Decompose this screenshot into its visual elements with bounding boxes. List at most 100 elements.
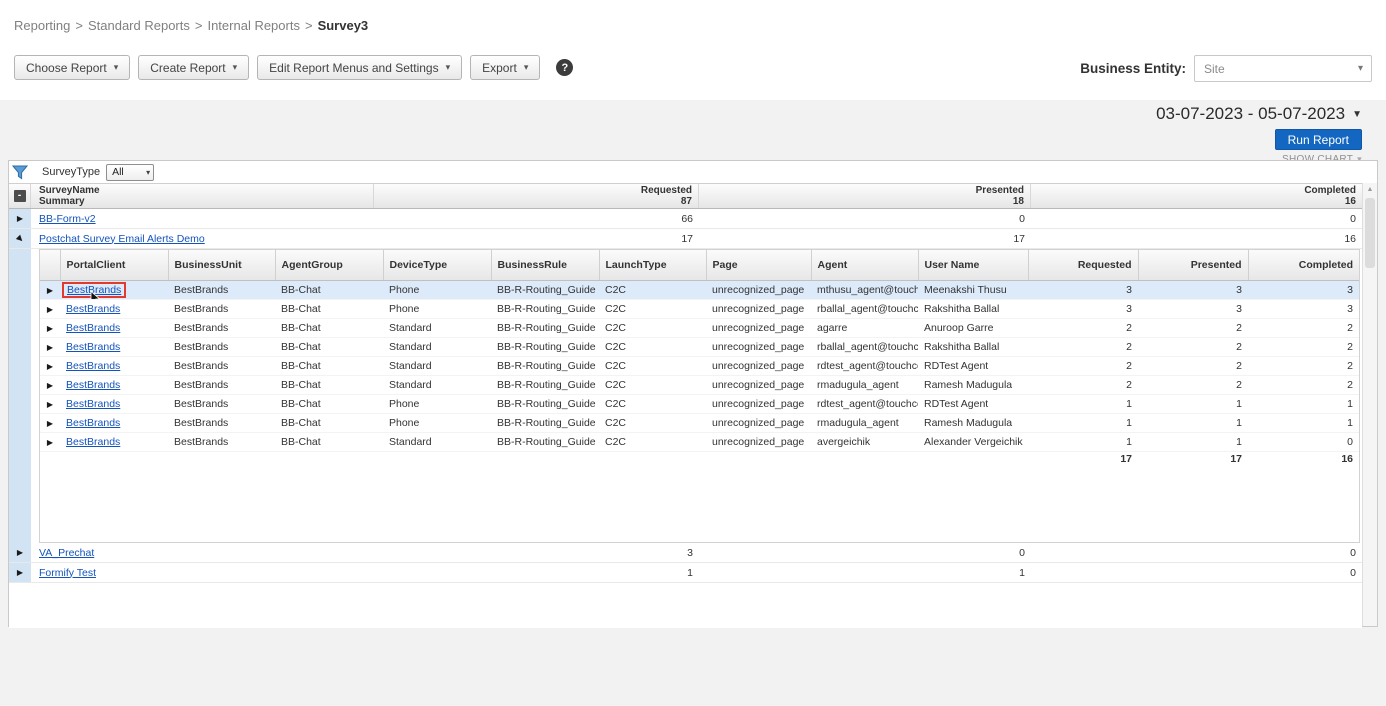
portal-client-link[interactable]: BestBrands: [66, 360, 120, 372]
detail-column-header-portalclient[interactable]: PortalClient: [60, 250, 168, 280]
detail-expander-cell: ▶: [40, 337, 60, 356]
portal-client-cell: BestBrands: [60, 413, 168, 432]
expand-row-icon[interactable]: ▶: [17, 569, 23, 577]
tree-expander-cell: ▶: [9, 543, 31, 562]
portal-client-cell: BestBrands: [60, 356, 168, 375]
portal-client-link[interactable]: BestBrands: [66, 341, 120, 353]
requested-cell: 17: [374, 233, 699, 245]
detail-column-header-presented[interactable]: Presented: [1138, 250, 1248, 280]
expand-row-icon[interactable]: ▶: [47, 306, 53, 314]
column-header-requested[interactable]: Requested 87: [374, 184, 699, 208]
detail-row: ▶BestBrandsBestBrandsBB-ChatStandardBB-R…: [40, 375, 1359, 394]
detail-cell: 2: [1138, 356, 1248, 375]
export-button[interactable]: Export▾: [470, 55, 540, 80]
breadcrumb-item-reporting[interactable]: Reporting: [14, 18, 70, 33]
survey-name-link[interactable]: Formify Test: [39, 567, 96, 579]
detail-expander-cell: ▶: [40, 394, 60, 413]
detail-cell: BestBrands: [168, 299, 275, 318]
expand-row-icon[interactable]: ▶: [47, 420, 53, 428]
detail-cell: Standard: [383, 356, 491, 375]
detail-column-header-user-name[interactable]: User Name: [918, 250, 1028, 280]
detail-cell: unrecognized_page: [706, 318, 811, 337]
create-report-button[interactable]: Create Report▾: [138, 55, 249, 80]
detail-column-header-launchtype[interactable]: LaunchType: [599, 250, 706, 280]
requested-cell: 66: [374, 213, 699, 225]
expand-row-icon[interactable]: ▶: [47, 363, 53, 371]
scroll-up-icon[interactable]: ▲: [1363, 183, 1377, 197]
chevron-down-icon: ▾: [146, 168, 150, 177]
detail-row: ▶BestBrandsBestBrandsBB-ChatPhoneBB-R-Ro…: [40, 394, 1359, 413]
requested-cell: 3: [374, 547, 699, 559]
detail-column-header-page[interactable]: Page: [706, 250, 811, 280]
collapse-row-icon[interactable]: ▶: [15, 233, 25, 243]
filter-icon[interactable]: [12, 165, 30, 180]
detail-cell: BB-Chat: [275, 318, 383, 337]
column-header-completed[interactable]: Completed 16: [1031, 184, 1362, 208]
detail-cell: avergeichik: [811, 432, 918, 451]
detail-column-header-businessrule[interactable]: BusinessRule: [491, 250, 599, 280]
expand-row-icon[interactable]: ▶: [47, 325, 53, 333]
detail-row: ▶BestBrandsBestBrandsBB-ChatPhoneBB-R-Ro…: [40, 413, 1359, 432]
detail-cell: Ramesh Madugula: [918, 375, 1028, 394]
expand-row-icon[interactable]: ▶: [17, 549, 23, 557]
run-report-button[interactable]: Run Report: [1275, 129, 1362, 150]
detail-column-header-devicetype[interactable]: DeviceType: [383, 250, 491, 280]
detail-cell: BB-Chat: [275, 356, 383, 375]
detail-cell: 1: [1028, 432, 1138, 451]
summary-row-bb-form-v2: ▶BB-Form-v26600: [9, 209, 1362, 229]
breadcrumb-item-standard-reports[interactable]: Standard Reports: [88, 18, 190, 33]
portal-client-link[interactable]: BestBrands: [66, 436, 120, 448]
column-header-surveyname[interactable]: SurveyName Summary: [31, 184, 374, 208]
survey-name-link[interactable]: VA_Prechat: [39, 547, 94, 559]
detail-cell: BestBrands: [168, 337, 275, 356]
portal-client-link[interactable]: BestBrands: [66, 417, 120, 429]
choose-report-button[interactable]: Choose Report▾: [14, 55, 130, 80]
expand-row-icon[interactable]: ▶: [17, 215, 23, 223]
column-header-presented[interactable]: Presented 18: [699, 184, 1031, 208]
portal-client-link[interactable]: BestBrands: [66, 322, 120, 334]
detail-cell: 1: [1138, 413, 1248, 432]
detail-expander-cell: ▶: [40, 318, 60, 337]
button-label: Export: [482, 61, 517, 75]
breadcrumb-separator: >: [305, 18, 313, 33]
edit-report-menus-and-settings-button[interactable]: Edit Report Menus and Settings▾: [257, 55, 462, 80]
portal-client-link[interactable]: BestBrands: [66, 303, 120, 315]
survey-type-select[interactable]: All ▾: [106, 164, 154, 181]
detail-column-header-agent[interactable]: Agent: [811, 250, 918, 280]
expand-row-icon[interactable]: ▶: [47, 439, 53, 447]
expand-row-icon[interactable]: ▶: [47, 287, 53, 295]
detail-cell: 3: [1248, 299, 1359, 318]
breadcrumb-item-internal-reports[interactable]: Internal Reports: [207, 18, 300, 33]
survey-name-link[interactable]: Postchat Survey Email Alerts Demo: [39, 233, 205, 245]
date-range-picker[interactable]: 03-07-2023 - 05-07-2023▼: [942, 104, 1362, 124]
requested-cell: 1: [374, 567, 699, 579]
tree-expander-cell: ▶: [9, 229, 31, 248]
detail-column-header-requested[interactable]: Requested: [1028, 250, 1138, 280]
business-entity: Business Entity: Site ▾: [1080, 55, 1372, 82]
detail-cell: Standard: [383, 318, 491, 337]
portal-client-link[interactable]: BestBrands: [66, 379, 120, 391]
detail-row: ▶BestBrandsBestBrandsBB-ChatPhoneBB-R-Ro…: [40, 280, 1359, 299]
survey-name-link[interactable]: BB-Form-v2: [39, 213, 96, 225]
detail-column-header-agentgroup[interactable]: AgentGroup: [275, 250, 383, 280]
detail-cell: RDTest Agent: [918, 356, 1028, 375]
detail-cell: 1: [1138, 432, 1248, 451]
detail-column-header-businessunit[interactable]: BusinessUnit: [168, 250, 275, 280]
detail-column-header-completed[interactable]: Completed: [1248, 250, 1359, 280]
detail-cell: BB-R-Routing_Guide: [491, 356, 599, 375]
detail-cell: BestBrands: [168, 375, 275, 394]
scrollbar-thumb[interactable]: [1365, 198, 1375, 268]
expand-row-icon[interactable]: ▶: [47, 401, 53, 409]
vertical-scrollbar[interactable]: ▲: [1362, 183, 1377, 626]
business-entity-select[interactable]: Site ▾: [1194, 55, 1372, 82]
detail-cell: 2: [1028, 337, 1138, 356]
breadcrumb-separator: >: [75, 18, 83, 33]
expand-row-icon[interactable]: ▶: [47, 382, 53, 390]
expand-row-icon[interactable]: ▶: [47, 344, 53, 352]
collapse-all-button[interactable]: -: [14, 190, 26, 202]
detail-cell: Ramesh Madugula: [918, 413, 1028, 432]
help-icon[interactable]: ?: [556, 59, 573, 76]
portal-client-link[interactable]: BestBrands: [66, 398, 120, 410]
completed-cell: 0: [1031, 213, 1362, 225]
business-entity-label: Business Entity:: [1080, 61, 1186, 76]
